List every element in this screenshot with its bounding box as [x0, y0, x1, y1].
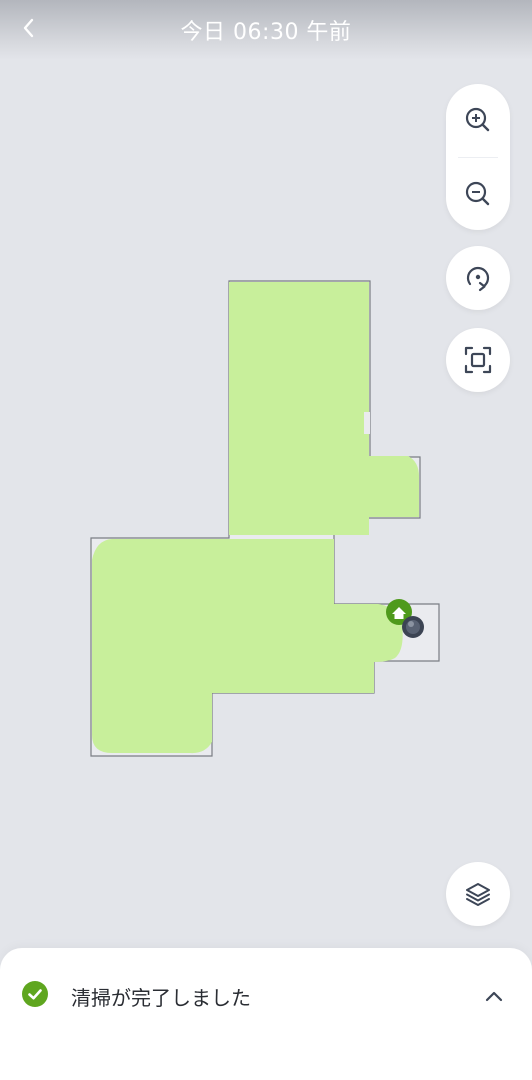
check-circle-icon [22, 981, 48, 1007]
top-bar: 今日 06:30 午前 [0, 0, 532, 60]
fit-map-button[interactable] [446, 328, 510, 392]
chevron-up-icon [485, 991, 503, 1002]
wall-detail [364, 412, 370, 434]
status-message: 清掃が完了しました [71, 986, 251, 1010]
rotate-icon [466, 266, 490, 292]
zoom-in-button[interactable] [446, 88, 510, 152]
zoom-controls [446, 84, 510, 230]
zoom-divider [458, 157, 498, 158]
expand-sheet-button[interactable] [480, 982, 508, 1010]
layers-icon [466, 883, 490, 906]
fit-screen-icon [464, 346, 492, 374]
status-sheet[interactable]: 清掃が完了しました [0, 948, 532, 1080]
status-row[interactable]: 清掃が完了しました [0, 978, 532, 1012]
page-title: 今日 06:30 午前 [180, 20, 352, 45]
robot-marker[interactable] [402, 616, 424, 638]
layers-button[interactable] [446, 862, 510, 926]
zoom-out-button[interactable] [446, 162, 510, 226]
rotate-map-button[interactable] [446, 246, 510, 310]
zoom-in-icon [465, 107, 490, 132]
zoom-out-icon [465, 181, 490, 206]
